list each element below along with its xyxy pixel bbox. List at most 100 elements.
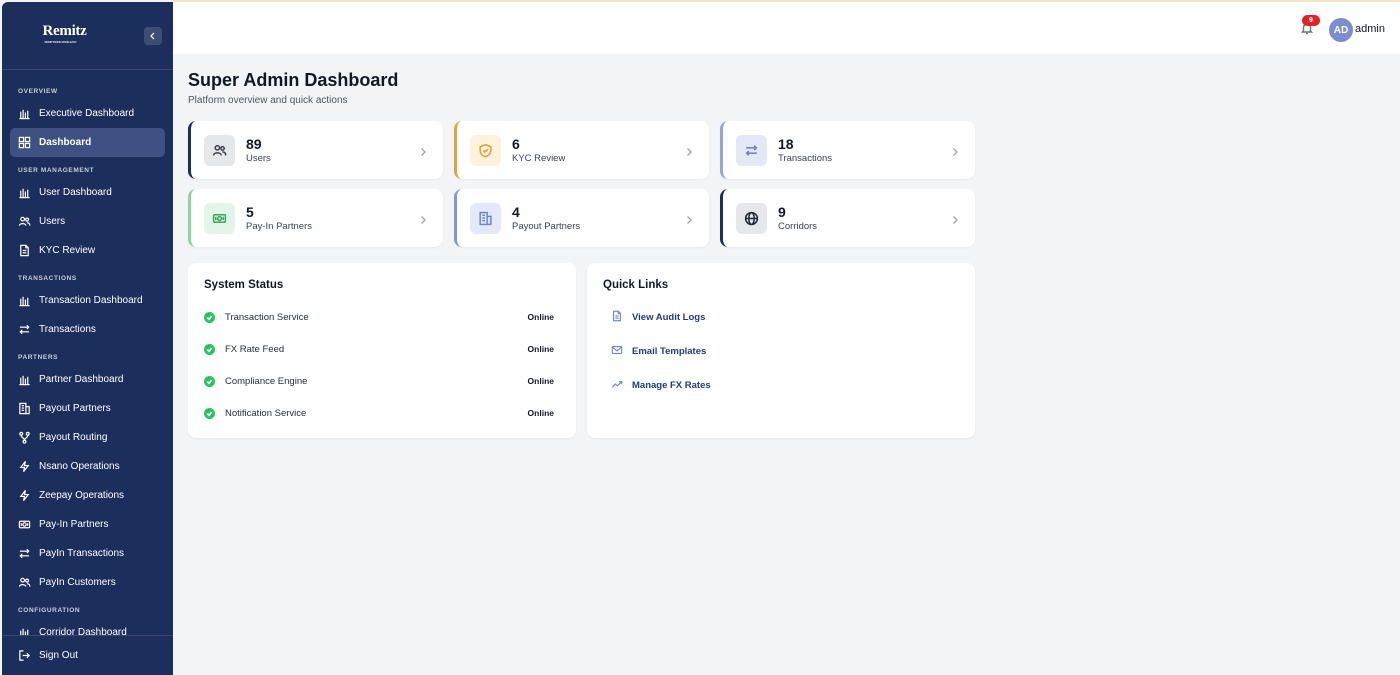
stat-value: 9 bbox=[778, 203, 786, 220]
stat-card-transactions[interactable]: 18 Transactions bbox=[720, 121, 975, 179]
sidebar-item-payin-customers[interactable]: PayIn Customers bbox=[10, 568, 165, 597]
status-row: Transaction Service Online bbox=[204, 301, 560, 333]
logo-tagline: REMITTANCE MADE EASY bbox=[44, 40, 77, 44]
sidebar-section-label: USER MANAGEMENT bbox=[18, 167, 95, 174]
sidebar-item-user-dashboard[interactable]: User Dashboard bbox=[10, 178, 165, 207]
username[interactable]: admin bbox=[1355, 23, 1385, 35]
chevron-right-icon bbox=[685, 144, 693, 156]
sidebar-item-label: Zeepay Operations bbox=[39, 490, 125, 501]
status-row: FX Rate Feed Online bbox=[204, 333, 560, 365]
sidebar-item-corridor-dashboard[interactable]: Corridor Dashboard bbox=[10, 618, 165, 635]
sign-out-button[interactable]: Sign Out bbox=[10, 641, 165, 670]
chevron-right-icon bbox=[419, 212, 427, 224]
collapse-sidebar-button[interactable] bbox=[144, 27, 162, 45]
chevron-right-icon bbox=[951, 212, 959, 224]
sidebar-section-label: TRANSACTIONS bbox=[18, 275, 77, 282]
remitz-logo[interactable]: Remitz REMITTANCE MADE EASY bbox=[42, 23, 87, 44]
logo-text: Remitz bbox=[42, 23, 87, 39]
sidebar-item-label: Nsano Operations bbox=[39, 461, 120, 472]
sidebar-item-payout-routing[interactable]: Payout Routing bbox=[10, 423, 165, 452]
mail-icon bbox=[611, 344, 623, 359]
service-status: Online bbox=[527, 344, 554, 354]
sidebar-nav: OVERVIEW Executive Dashboard Dashboard USER… bbox=[2, 70, 173, 635]
bar-chart-icon bbox=[18, 373, 31, 386]
sidebar-section-label: CONFIGURATION bbox=[18, 607, 81, 614]
sidebar-item-label: User Dashboard bbox=[39, 187, 112, 198]
service-name: Transaction Service bbox=[225, 311, 309, 323]
globe-icon bbox=[736, 202, 767, 234]
swap-icon bbox=[18, 547, 31, 560]
trend-up-icon bbox=[611, 378, 623, 393]
quick-link-email-templates[interactable]: Email Templates bbox=[603, 334, 959, 368]
service-name: Compliance Engine bbox=[225, 375, 308, 387]
check-circle-icon bbox=[204, 375, 215, 387]
sidebar-item-nsano-operations[interactable]: Nsano Operations bbox=[10, 452, 165, 481]
stat-label: KYC Review bbox=[512, 152, 566, 164]
stat-text: 18 Transactions bbox=[778, 135, 832, 164]
chevron-right-icon bbox=[419, 144, 427, 156]
system-status-title: System Status bbox=[204, 279, 284, 291]
stat-card-pay-in-partners[interactable]: 5 Pay-In Partners bbox=[188, 189, 443, 247]
stat-value: 6 bbox=[512, 135, 520, 152]
sidebar-item-transactions[interactable]: Transactions bbox=[10, 315, 165, 344]
quick-link-manage-fx-rates[interactable]: Manage FX Rates bbox=[603, 368, 959, 402]
sidebar-item-label: Transaction Dashboard bbox=[39, 295, 143, 306]
users-icon bbox=[18, 215, 31, 228]
stat-card-payout-partners[interactable]: 4 Payout Partners bbox=[454, 189, 709, 247]
quick-link-label: Email Templates bbox=[632, 345, 707, 357]
quick-link-view-audit-logs[interactable]: View Audit Logs bbox=[603, 300, 959, 334]
sidebar-item-label: Payout Partners bbox=[39, 403, 111, 414]
quick-link-label: Manage FX Rates bbox=[632, 379, 711, 391]
status-row: Notification Service Online bbox=[204, 397, 560, 429]
shield-check-icon bbox=[470, 134, 501, 166]
service-status: Online bbox=[527, 408, 554, 418]
stat-value: 18 bbox=[778, 135, 794, 152]
sidebar-item-executive-dashboard[interactable]: Executive Dashboard bbox=[10, 99, 165, 128]
status-row: Compliance Engine Online bbox=[204, 365, 560, 397]
stat-card-kyc-review[interactable]: 6 KYC Review bbox=[454, 121, 709, 179]
sidebar-item-label: KYC Review bbox=[39, 245, 96, 256]
stat-text: 5 Pay-In Partners bbox=[246, 204, 312, 232]
building-icon bbox=[18, 402, 31, 415]
sidebar-item-users[interactable]: Users bbox=[10, 207, 165, 236]
service-status: Online bbox=[527, 376, 554, 386]
bolt-icon bbox=[18, 489, 31, 502]
sidebar-item-payin-transactions[interactable]: PayIn Transactions bbox=[10, 539, 165, 568]
sidebar-item-payout-partners[interactable]: Payout Partners bbox=[10, 394, 165, 423]
stat-text: 9 Corridors bbox=[778, 203, 818, 232]
stat-label: Users bbox=[246, 152, 271, 164]
sidebar-item-label: PayIn Customers bbox=[39, 577, 116, 588]
sidebar-item-dashboard[interactable]: Dashboard bbox=[10, 128, 165, 157]
top-bar: 9 AD admin bbox=[173, 0, 1400, 54]
sidebar-item-label: Users bbox=[39, 216, 66, 227]
stat-text: 6 KYC Review bbox=[512, 135, 566, 164]
sidebar-item-zeepay-operations[interactable]: Zeepay Operations bbox=[10, 481, 165, 510]
document-icon bbox=[18, 244, 31, 257]
check-circle-icon bbox=[204, 407, 215, 419]
sidebar-section-label: OVERVIEW bbox=[18, 88, 58, 95]
avatar[interactable]: AD bbox=[1329, 18, 1353, 42]
stat-value: 4 bbox=[512, 203, 520, 220]
bar-chart-icon bbox=[18, 186, 31, 199]
routing-icon bbox=[18, 431, 31, 444]
sidebar-item-kyc-review[interactable]: KYC Review bbox=[10, 236, 165, 265]
stat-text: 89 Users bbox=[246, 136, 271, 164]
sidebar-item-label: Dashboard bbox=[39, 137, 92, 148]
chevron-right-icon bbox=[685, 212, 693, 224]
document-icon bbox=[611, 310, 623, 325]
stat-label: Corridors bbox=[778, 220, 818, 232]
sidebar-item-label: Payout Routing bbox=[39, 432, 108, 443]
sidebar-item-pay-in-partners[interactable]: Pay-In Partners bbox=[10, 510, 165, 539]
sidebar-section-label: PARTNERS bbox=[18, 354, 59, 361]
panels-row: System Status Transaction Service Online F… bbox=[188, 263, 976, 438]
quick-links-title: Quick Links bbox=[603, 279, 669, 291]
page-title: Super Admin Dashboard bbox=[188, 70, 399, 90]
sidebar-item-partner-dashboard[interactable]: Partner Dashboard bbox=[10, 365, 165, 394]
stat-card-corridors[interactable]: 9 Corridors bbox=[720, 189, 975, 247]
stat-card-users[interactable]: 89 Users bbox=[188, 121, 443, 179]
stat-text: 4 Payout Partners bbox=[512, 203, 580, 232]
stats-grid: 89 Users 6 KYC Review 18 Transactions 5 Pay-In … bbox=[188, 121, 976, 247]
service-name: FX Rate Feed bbox=[225, 343, 285, 355]
page-subtitle: Platform overview and quick actions bbox=[188, 95, 348, 106]
sidebar-item-transaction-dashboard[interactable]: Transaction Dashboard bbox=[10, 286, 165, 315]
